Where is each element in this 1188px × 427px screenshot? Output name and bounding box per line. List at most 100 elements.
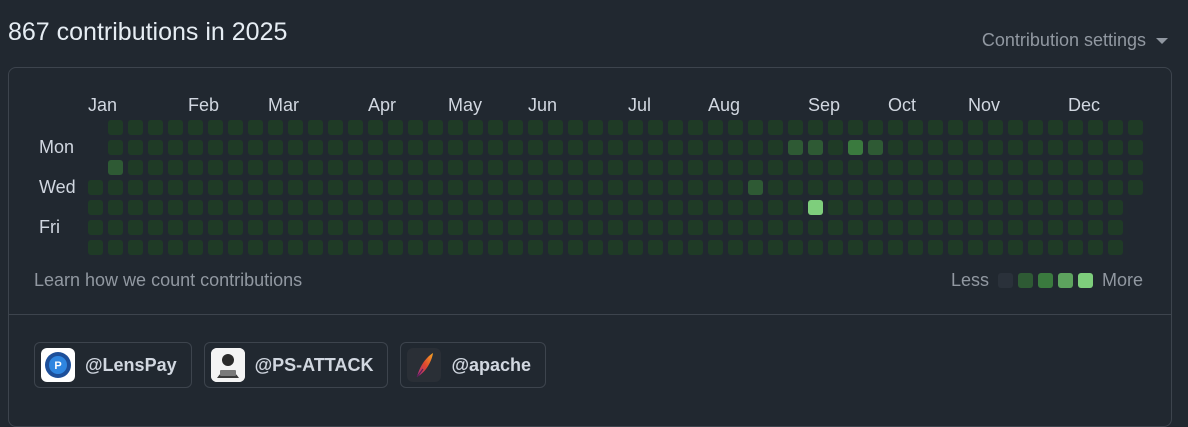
contribution-cell[interactable] [828, 240, 843, 255]
contribution-cell[interactable] [308, 220, 323, 235]
contribution-cell[interactable] [568, 200, 583, 215]
contribution-cell[interactable] [528, 160, 543, 175]
contribution-cell[interactable] [628, 180, 643, 195]
contribution-cell[interactable] [1028, 200, 1043, 215]
contribution-cell[interactable] [368, 220, 383, 235]
contribution-cell[interactable] [648, 180, 663, 195]
contribution-cell[interactable] [1108, 120, 1123, 135]
contribution-cell[interactable] [428, 160, 443, 175]
contribution-cell[interactable] [288, 140, 303, 155]
contribution-cell[interactable] [388, 240, 403, 255]
contribution-cell[interactable] [868, 140, 883, 155]
contribution-cell[interactable] [308, 160, 323, 175]
contribution-cell[interactable] [988, 220, 1003, 235]
contribution-cell[interactable] [268, 140, 283, 155]
contribution-cell[interactable] [548, 240, 563, 255]
contribution-cell[interactable] [608, 180, 623, 195]
contribution-cell[interactable] [1028, 120, 1043, 135]
contribution-cell[interactable] [1048, 120, 1063, 135]
contribution-cell[interactable] [868, 120, 883, 135]
contribution-cell[interactable] [508, 240, 523, 255]
contribution-cell[interactable] [1008, 180, 1023, 195]
contribution-cell[interactable] [1108, 160, 1123, 175]
contribution-cell[interactable] [768, 160, 783, 175]
contribution-cell[interactable] [848, 220, 863, 235]
contribution-cell[interactable] [828, 160, 843, 175]
contribution-cell[interactable] [728, 160, 743, 175]
contribution-cell[interactable] [908, 180, 923, 195]
contribution-cell[interactable] [468, 240, 483, 255]
contribution-cell[interactable] [408, 120, 423, 135]
contribution-cell[interactable] [1128, 140, 1143, 155]
contribution-cell[interactable] [508, 120, 523, 135]
contribution-cell[interactable] [268, 220, 283, 235]
contribution-cell[interactable] [88, 240, 103, 255]
contribution-cell[interactable] [188, 140, 203, 155]
contribution-cell[interactable] [1048, 200, 1063, 215]
contribution-cell[interactable] [448, 240, 463, 255]
contribution-cell[interactable] [108, 240, 123, 255]
contribution-cell[interactable] [168, 120, 183, 135]
contribution-cell[interactable] [328, 120, 343, 135]
contribution-cell[interactable] [448, 180, 463, 195]
contribution-cell[interactable] [488, 220, 503, 235]
contribution-cell[interactable] [808, 180, 823, 195]
contribution-cell[interactable] [828, 200, 843, 215]
contribution-cell[interactable] [188, 220, 203, 235]
contribution-cell[interactable] [908, 160, 923, 175]
contribution-cell[interactable] [248, 120, 263, 135]
contribution-cell[interactable] [1108, 140, 1123, 155]
contribution-cell[interactable] [928, 160, 943, 175]
contribution-cell[interactable] [868, 160, 883, 175]
contribution-cell[interactable] [968, 160, 983, 175]
contribution-cell[interactable] [848, 180, 863, 195]
contribution-cell[interactable] [388, 220, 403, 235]
contribution-cell[interactable] [348, 200, 363, 215]
org-apache-button[interactable]: @apache [400, 342, 547, 388]
contribution-cell[interactable] [308, 200, 323, 215]
contribution-cell[interactable] [668, 220, 683, 235]
contribution-cell[interactable] [468, 120, 483, 135]
contribution-cell[interactable] [948, 200, 963, 215]
contribution-cell[interactable] [708, 120, 723, 135]
contribution-cell[interactable] [428, 220, 443, 235]
contribution-cell[interactable] [168, 220, 183, 235]
contribution-cell[interactable] [468, 140, 483, 155]
contribution-cell[interactable] [1048, 180, 1063, 195]
contribution-cell[interactable] [768, 200, 783, 215]
contribution-cell[interactable] [128, 120, 143, 135]
contribution-cell[interactable] [188, 160, 203, 175]
contribution-cell[interactable] [228, 240, 243, 255]
contribution-cell[interactable] [388, 180, 403, 195]
contribution-cell[interactable] [668, 160, 683, 175]
contribution-cell[interactable] [988, 240, 1003, 255]
contribution-cell[interactable] [688, 240, 703, 255]
contribution-cell[interactable] [528, 200, 543, 215]
contribution-cell[interactable] [988, 180, 1003, 195]
contribution-cell[interactable] [648, 220, 663, 235]
contribution-cell[interactable] [188, 200, 203, 215]
contribution-cell[interactable] [268, 240, 283, 255]
contribution-cell[interactable] [808, 200, 823, 215]
contribution-cell[interactable] [968, 180, 983, 195]
contribution-cell[interactable] [608, 120, 623, 135]
contribution-cell[interactable] [1108, 180, 1123, 195]
contribution-cell[interactable] [208, 200, 223, 215]
contribution-cell[interactable] [1068, 220, 1083, 235]
contribution-cell[interactable] [468, 200, 483, 215]
contribution-cell[interactable] [488, 200, 503, 215]
contribution-cell[interactable] [1108, 240, 1123, 255]
contribution-cell[interactable] [368, 160, 383, 175]
contribution-cell[interactable] [1108, 220, 1123, 235]
contribution-cell[interactable] [1128, 120, 1143, 135]
contribution-cell[interactable] [308, 120, 323, 135]
contribution-cell[interactable] [568, 180, 583, 195]
contribution-cell[interactable] [828, 120, 843, 135]
contribution-cell[interactable] [568, 160, 583, 175]
contribution-cell[interactable] [1008, 120, 1023, 135]
contribution-cell[interactable] [428, 140, 443, 155]
contribution-cell[interactable] [1068, 200, 1083, 215]
contribution-cell[interactable] [928, 220, 943, 235]
contribution-cell[interactable] [528, 180, 543, 195]
contribution-cell[interactable] [768, 240, 783, 255]
